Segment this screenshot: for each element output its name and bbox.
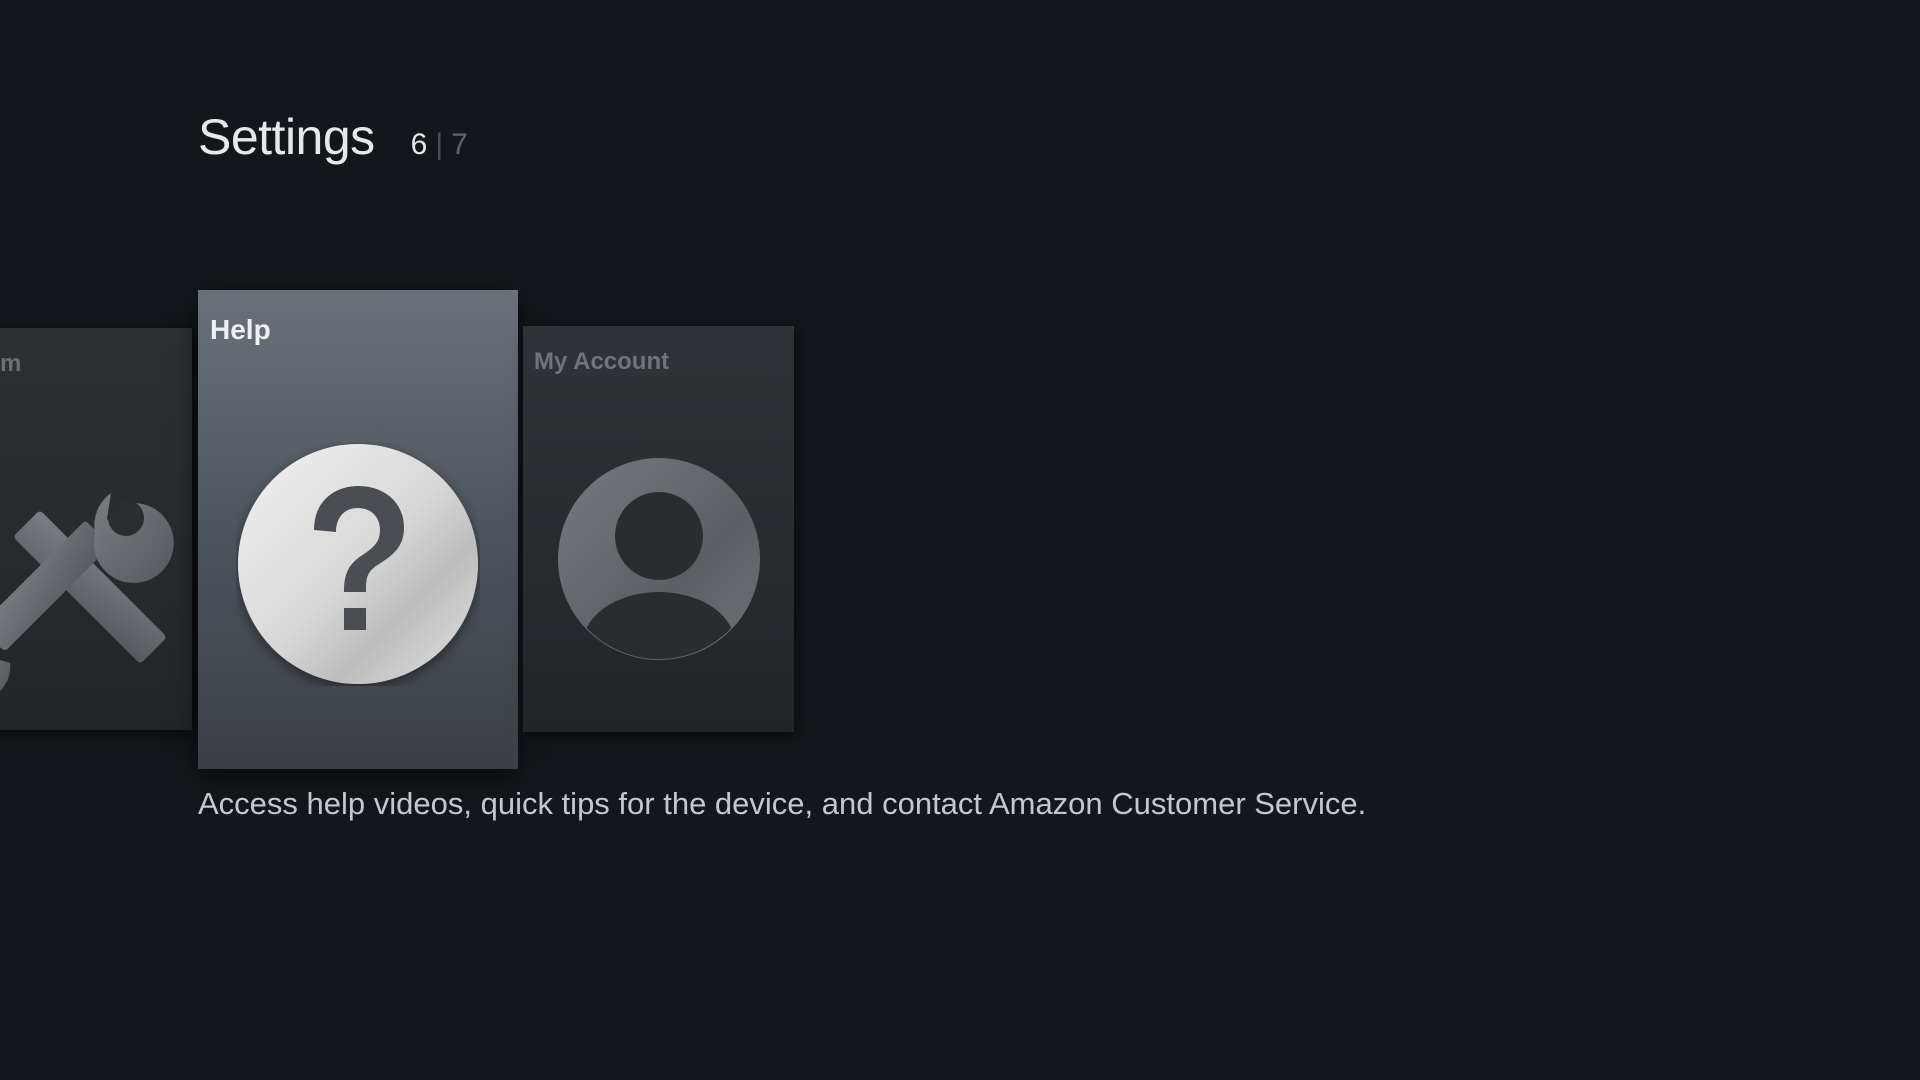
- tile-system[interactable]: m: [0, 328, 192, 730]
- tile-system-label: m: [0, 350, 22, 377]
- page-indicator-current: 6: [410, 128, 428, 161]
- user-account-icon: [558, 458, 760, 660]
- page-indicator-total: 7: [451, 128, 468, 161]
- page-indicator-separator: |: [435, 128, 444, 161]
- header: Settings 6 | 7: [198, 108, 468, 166]
- tile-my-account[interactable]: My Account: [523, 326, 794, 732]
- help-question-icon: [238, 444, 478, 684]
- tile-help-label: Help: [210, 314, 271, 345]
- page-indicator: 6 | 7: [411, 128, 468, 162]
- tile-description: Access help videos, quick tips for the d…: [198, 786, 1367, 821]
- tile-my-account-label: My Account: [534, 348, 670, 375]
- settings-screen: Settings 6 | 7 m Help My Account Access …: [0, 0, 1920, 1080]
- tile-help[interactable]: Help: [198, 290, 518, 769]
- tools-icon: [0, 493, 174, 691]
- page-title: Settings: [198, 109, 375, 165]
